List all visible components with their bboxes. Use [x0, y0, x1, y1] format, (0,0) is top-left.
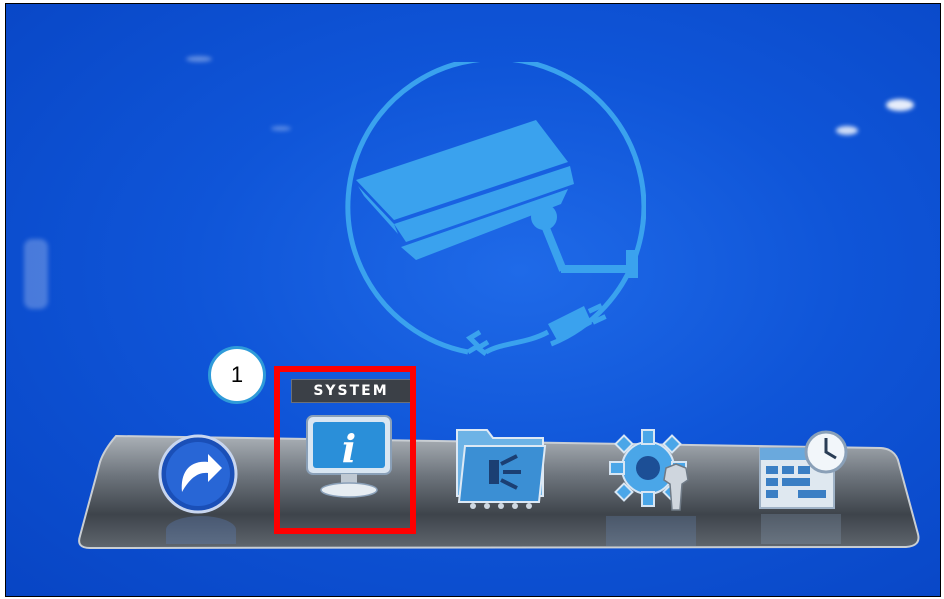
dock-reflection [166, 516, 236, 544]
glare-spot [24, 239, 48, 309]
selection-highlight-box [274, 366, 416, 534]
record-folder-icon[interactable] [451, 424, 551, 512]
dock-reflection [606, 516, 696, 546]
glare-spot [186, 56, 212, 62]
glare-spot [836, 126, 858, 135]
camera-logo-icon [345, 62, 646, 356]
glare-spot [886, 99, 914, 111]
glare-spot [271, 126, 291, 131]
dvr-screen: i [5, 3, 941, 597]
gear-wrench-icon[interactable] [606, 424, 698, 516]
calendar-clock-icon[interactable] [756, 428, 852, 514]
dock-reflection [761, 514, 841, 544]
step-callout-badge: 1 [208, 346, 266, 404]
return-arrow-icon[interactable] [156, 432, 240, 516]
